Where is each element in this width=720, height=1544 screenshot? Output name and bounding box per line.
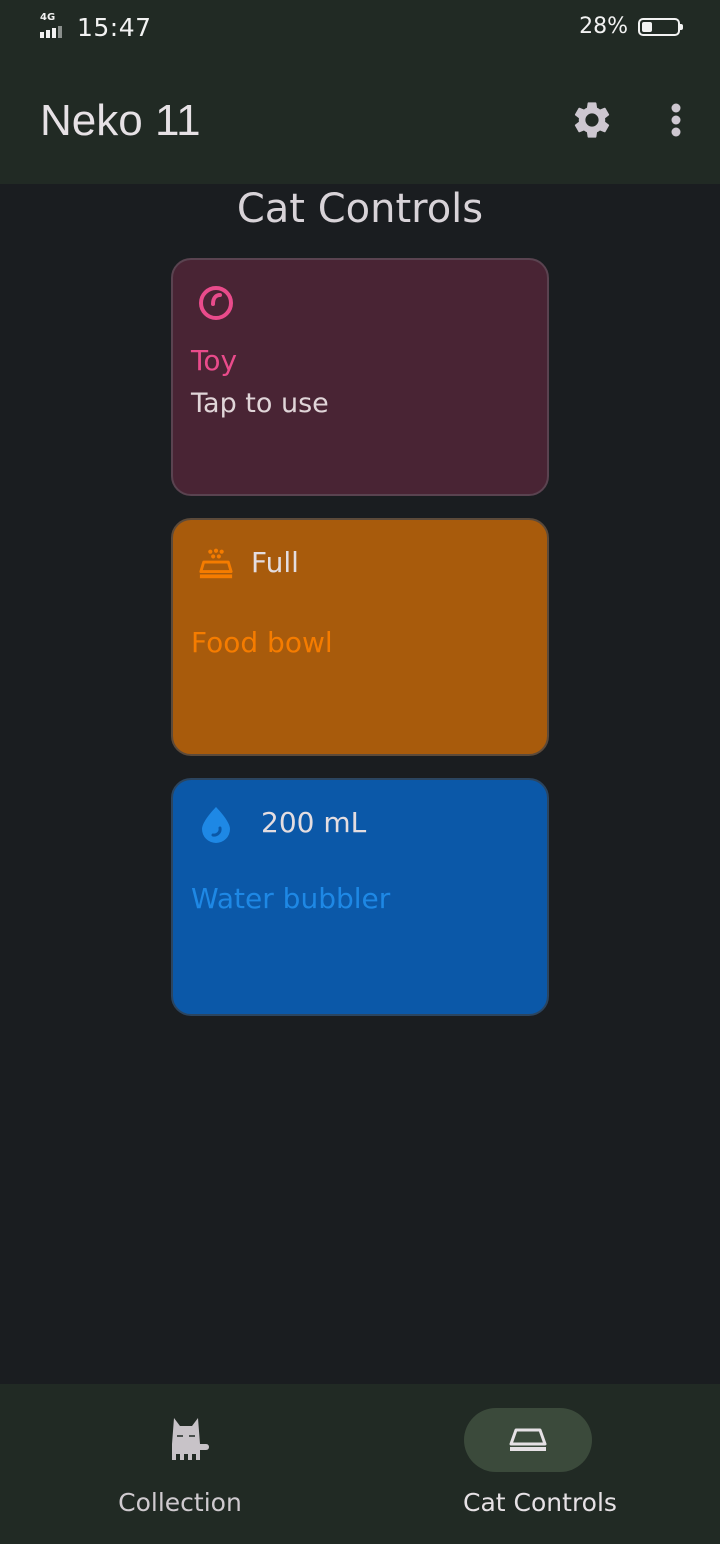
app-title: Neko 11 [40, 96, 201, 145]
battery-icon [638, 17, 683, 36]
nav-label-cat-controls: Cat Controls [463, 1488, 617, 1517]
signal-bars [40, 26, 62, 38]
food-status: Full [251, 546, 299, 579]
status-left: 4G 15:47 [40, 12, 152, 42]
toy-subtitle: Tap to use [191, 388, 329, 419]
battery-fill [642, 21, 652, 32]
food-bowl-icon [199, 548, 233, 579]
bowl-icon [509, 1428, 547, 1451]
nav-label-collection: Collection [118, 1488, 242, 1517]
nav-item-cat-controls[interactable]: Cat Controls [360, 1384, 720, 1544]
status-bar: 4G 15:47 28% [0, 0, 720, 60]
food-bowl-card[interactable]: Full Food bowl [171, 518, 549, 756]
food-bowl-label: Food bowl [191, 626, 333, 659]
battery-percent: 28% [579, 14, 628, 39]
signal-icon: 4G [40, 12, 70, 42]
network-type: 4G [40, 12, 56, 23]
water-status: 200 mL [261, 806, 367, 839]
water-bubbler-label: Water bubbler [191, 882, 391, 915]
toy-ball-icon [199, 286, 233, 320]
status-right: 28% [579, 14, 683, 39]
settings-button[interactable] [566, 94, 618, 146]
more-options-button[interactable] [656, 94, 696, 146]
water-drop-icon [202, 807, 230, 843]
clock: 15:47 [77, 12, 152, 42]
gear-icon [574, 102, 610, 138]
bottom-navigation: Collection Cat Controls [0, 1384, 720, 1544]
nav-item-collection[interactable]: Collection [0, 1384, 360, 1544]
app-bar: Neko 11 [0, 60, 720, 184]
more-vert-icon [671, 103, 681, 137]
cat-icon [172, 1418, 209, 1460]
water-bubbler-card[interactable]: 200 mL Water bubbler [171, 778, 549, 1016]
toy-control-card[interactable]: Toy Tap to use [171, 258, 549, 496]
section-title: Cat Controls [236, 186, 484, 232]
toy-label: Toy [191, 344, 238, 377]
